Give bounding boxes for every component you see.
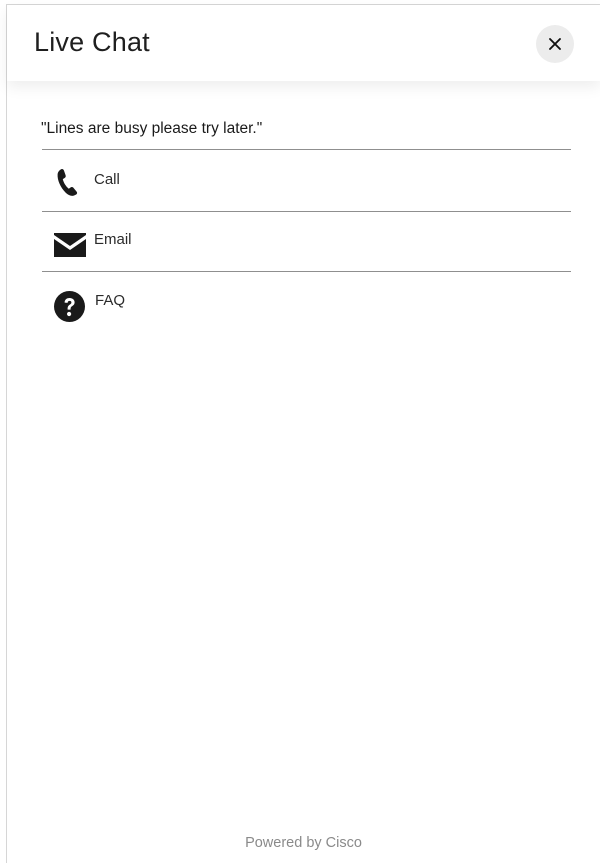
- powered-by-footer: Powered by Cisco: [245, 835, 362, 851]
- contact-options: Call Email FAQ: [42, 149, 571, 331]
- close-icon: [549, 38, 561, 50]
- chat-header: Live Chat: [7, 5, 600, 81]
- chat-title: Live Chat: [34, 27, 150, 57]
- call-label: Call: [94, 171, 120, 188]
- status-message: "Lines are busy please try later.": [41, 120, 263, 137]
- faq-label: FAQ: [95, 292, 126, 309]
- envelope-icon: [53, 232, 87, 258]
- live-chat-panel: Live Chat "Lines are busy please try lat…: [6, 4, 600, 863]
- email-label: Email: [94, 231, 132, 248]
- close-button[interactable]: [536, 25, 574, 63]
- email-option[interactable]: Email: [42, 211, 571, 271]
- phone-icon: [53, 166, 81, 198]
- faq-option[interactable]: FAQ: [42, 271, 571, 331]
- call-option[interactable]: Call: [42, 149, 571, 211]
- question-circle-icon: [53, 290, 86, 323]
